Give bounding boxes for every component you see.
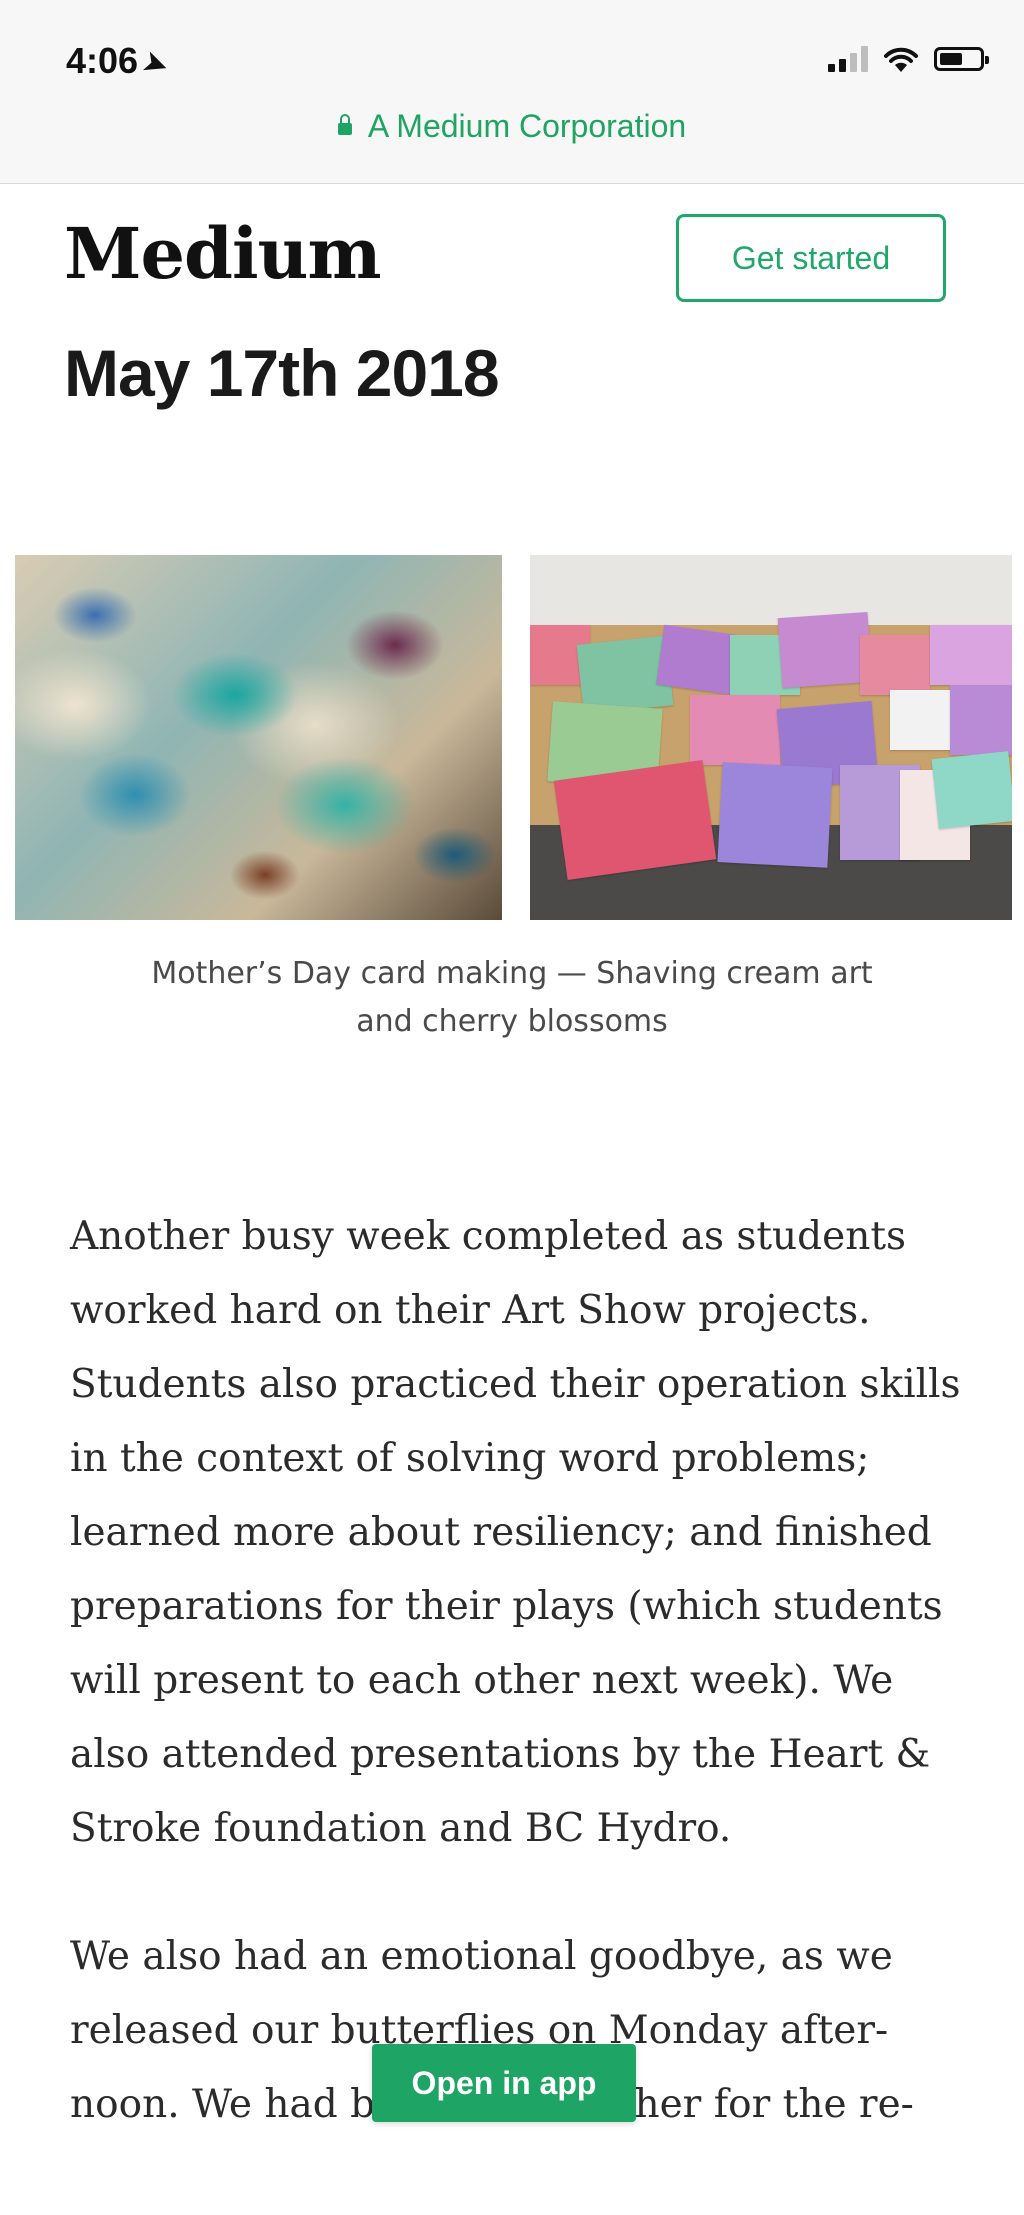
- shaving-cream-art-image: [15, 555, 502, 920]
- location-arrow-icon: ➤: [139, 44, 173, 83]
- cellular-signal-icon: [828, 46, 868, 72]
- url-bar[interactable]: A Medium Corporation: [0, 108, 1024, 145]
- cherry-blossom-cards-image: [530, 555, 1012, 920]
- paragraph-1: Another busy week completed as students …: [70, 1214, 961, 1851]
- post-title: May 17th 2018: [64, 336, 500, 410]
- get-started-button[interactable]: Get started: [676, 214, 946, 302]
- site-label: A Medium Corporation: [367, 108, 687, 144]
- battery-icon: [934, 47, 989, 71]
- status-time: 4:06➤: [66, 40, 172, 82]
- open-in-app-button[interactable]: Open in app: [372, 2044, 636, 2122]
- caption-line-1: Mother’s Day card making — Shaving cream…: [151, 956, 873, 991]
- browser-chrome: 4:06➤ A Medium Corporation: [0, 0, 1024, 184]
- image-caption: Mother’s Day card making — Shaving cream…: [0, 950, 1024, 1046]
- wifi-icon: [884, 47, 918, 72]
- lock-icon: [337, 114, 352, 135]
- paragraph-2-line-1: We also had an emotional goodbye, as we: [70, 1934, 893, 1979]
- status-indicators: [828, 44, 989, 74]
- caption-line-2: and cherry blossoms: [356, 1004, 668, 1039]
- status-time-text: 4:06: [66, 40, 139, 81]
- medium-logo[interactable]: Medium: [64, 212, 382, 295]
